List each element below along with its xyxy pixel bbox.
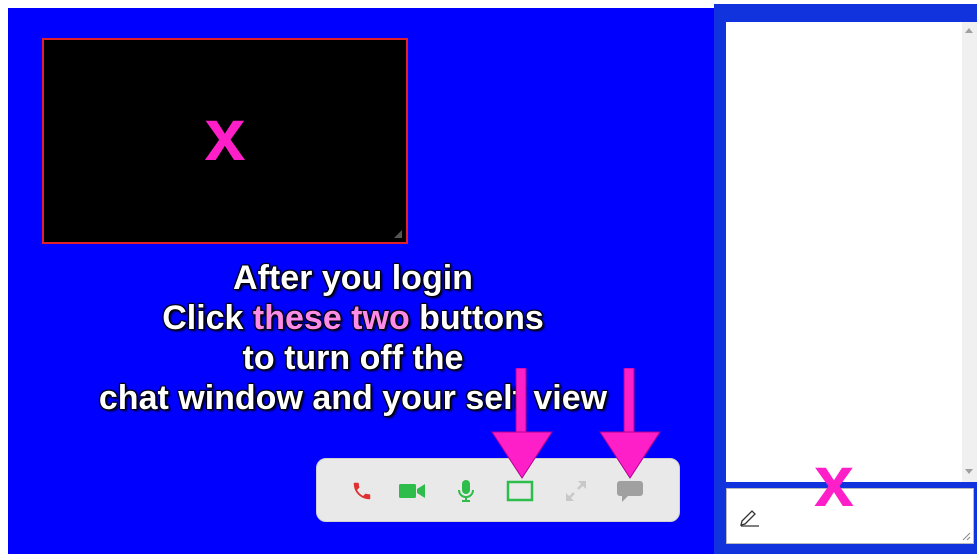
chat-x-mark: x	[814, 442, 855, 522]
video-camera-icon	[399, 484, 425, 498]
scroll-down-arrow-icon[interactable]	[965, 469, 973, 474]
resize-grip-icon[interactable]	[394, 230, 402, 238]
chat-toggle-button[interactable]	[615, 477, 645, 505]
fullscreen-button[interactable]	[561, 477, 591, 505]
instruction-line-2-end: buttons	[409, 299, 544, 338]
chat-bubble-icon	[617, 481, 643, 502]
resize-grip-chat-icon[interactable]	[961, 531, 971, 541]
instruction-line-2: Click these two buttons	[0, 298, 706, 338]
microphone-icon	[458, 480, 474, 502]
pencil-icon	[740, 510, 759, 527]
instruction-line-2-start: Click	[162, 299, 253, 338]
self-view-window[interactable]: x	[42, 38, 408, 244]
hang-up-button[interactable]	[347, 477, 377, 505]
chat-scrollbar[interactable]	[962, 22, 977, 482]
microphone-button[interactable]	[451, 477, 481, 505]
self-view-toggle-button[interactable]	[505, 477, 535, 505]
scroll-up-arrow-icon[interactable]	[965, 28, 973, 33]
arrow-down-chat-icon	[599, 368, 661, 479]
instruction-line-1: After you login	[233, 259, 473, 297]
phone-icon	[353, 482, 371, 500]
self-view-icon	[506, 480, 534, 502]
instruction-highlight: these two	[252, 299, 410, 338]
expand-icon	[566, 481, 586, 501]
camera-button[interactable]	[397, 477, 427, 505]
chat-log[interactable]	[726, 22, 962, 482]
arrow-down-self-view-icon	[491, 368, 553, 479]
self-view-x-mark: x	[204, 93, 246, 176]
